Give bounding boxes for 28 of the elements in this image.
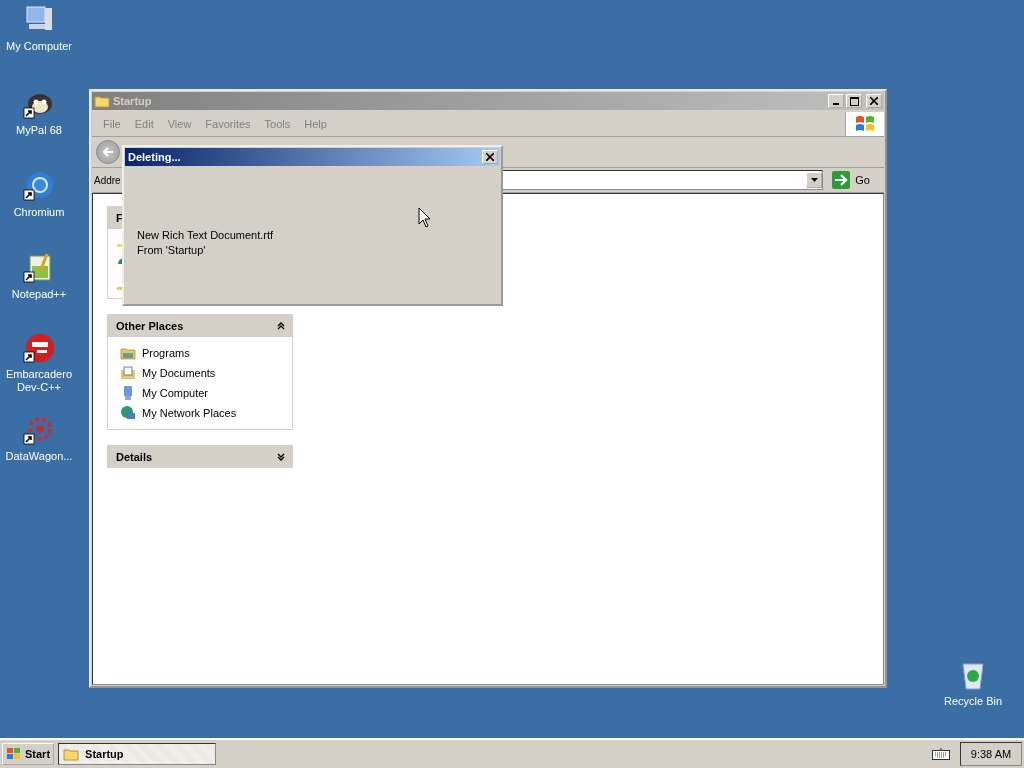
panel-title: Other Places (116, 319, 184, 332)
clock[interactable]: 9:38 AM (960, 742, 1022, 766)
desktop-icon-label[interactable]: Embarcadero Dev-C++ (0, 368, 78, 394)
desktop-icon-label[interactable]: DataWagon... (5, 450, 73, 463)
desktop-icon-label[interactable]: Recycle Bin (943, 695, 1003, 708)
window-title: Startup (113, 95, 153, 107)
panel-header[interactable]: Other Places (107, 314, 293, 337)
dialog-title: Deleting... (128, 151, 181, 163)
place-link[interactable]: My Documents (142, 367, 216, 379)
go-button[interactable]: Go (826, 171, 880, 189)
menu-item[interactable]: Tools (257, 118, 298, 130)
desktop-icon-label[interactable]: Notepad++ (11, 288, 67, 301)
desktop-icon-label[interactable]: Chromium (13, 206, 65, 219)
place-link[interactable]: My Computer (142, 387, 209, 399)
desktop-icon-label[interactable]: My Computer (6, 40, 72, 53)
start-button[interactable]: Start (2, 743, 55, 765)
place-link[interactable]: Programs (142, 347, 190, 359)
desktop-icon-label[interactable]: MyPal 68 (16, 124, 62, 137)
dialog-text: From 'Startup' (137, 244, 207, 256)
panel-title: Details (116, 450, 153, 463)
place-link[interactable]: My Network Places (142, 407, 237, 419)
menu-item[interactable]: Favorites (198, 118, 258, 130)
panel-title: F (116, 211, 123, 224)
address-label: Addre (94, 174, 122, 186)
panel-header[interactable]: Details (107, 445, 293, 468)
dialog-text: New Rich Text Document.rtf (137, 229, 275, 241)
menu-item[interactable]: View (160, 118, 199, 130)
taskbar-button[interactable]: Startup (58, 743, 217, 765)
